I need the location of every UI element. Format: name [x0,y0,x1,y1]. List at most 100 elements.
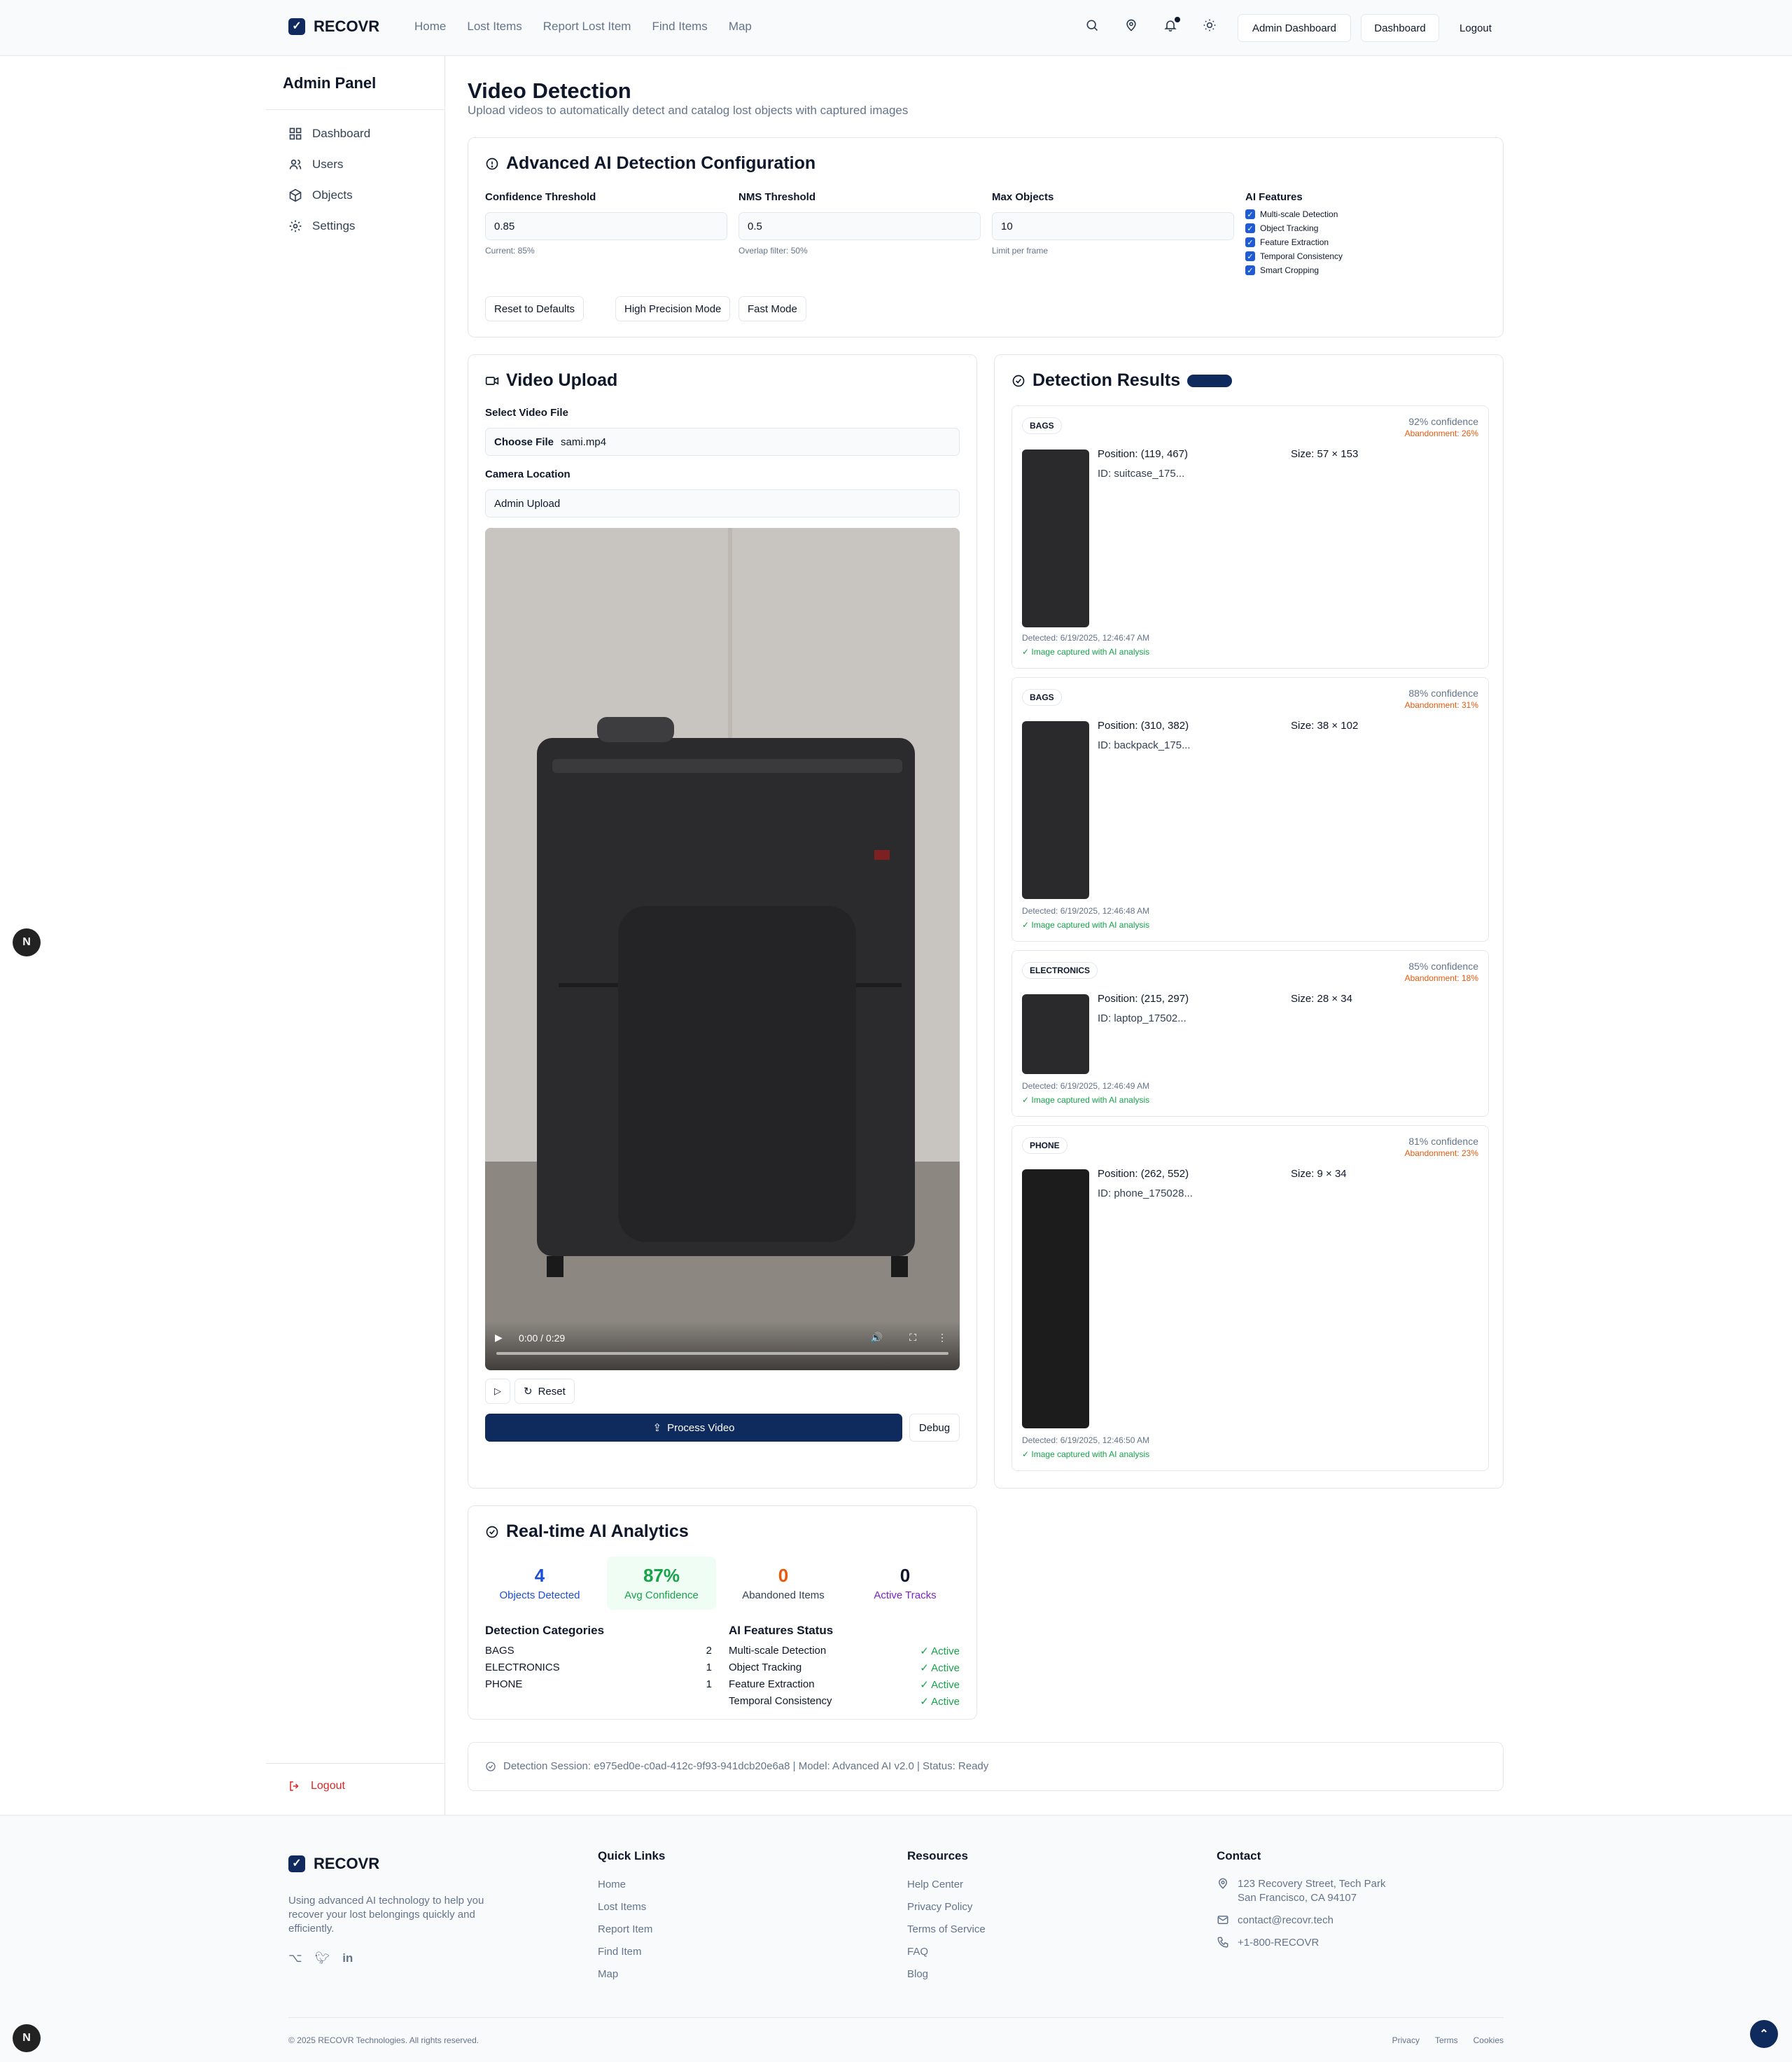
footer-legal-terms[interactable]: Terms [1435,2035,1458,2045]
detection-results-title: Detection Results 4 objects [1011,370,1233,391]
confidence-text: 85% confidence [1408,961,1478,972]
analytics-title: Real-time AI Analytics [485,1521,689,1542]
search-icon[interactable] [1085,18,1100,34]
linkedin-icon[interactable]: in [342,1951,353,1965]
feature-checkbox[interactable]: ✓ Object Tracking [1245,223,1318,233]
analytics-card: Real-time AI Analytics 4 Objects Detected… [468,1505,977,1720]
sidebar-item-users[interactable]: Users [288,158,343,172]
high-precision-button[interactable]: High Precision Mode [615,296,731,321]
abandonment-text: Abandonment: 26% [1404,429,1478,438]
map-pin-icon [1218,1878,1228,1889]
nav-find-items[interactable]: Find Items [652,20,707,34]
box-icon [289,188,302,202]
video-play-icon[interactable]: ▶ [495,1332,503,1344]
video-controls [485,1321,960,1370]
next-dev-badge[interactable]: N [13,2024,41,2052]
results-count-badge: 4 objects [1187,374,1233,387]
video-progress-bar[interactable] [496,1352,948,1355]
bell-icon[interactable] [1163,17,1180,34]
nav-report-lost-item[interactable]: Report Lost Item [543,20,631,34]
chevron-up-icon: ⌃ [1759,2028,1769,2040]
footer-link-map[interactable]: Map [598,1968,618,1980]
nav-lost-items[interactable]: Lost Items [467,20,522,34]
footer-link-terms[interactable]: Terms of Service [907,1923,986,1935]
footer-brand[interactable]: ✓ RECOVR [288,1855,379,1873]
volume-icon[interactable]: 🔊 [871,1332,883,1344]
camera-location-input[interactable]: Admin Upload [485,489,960,517]
resources-title: Resources [907,1849,968,1862]
logout-button[interactable]: Logout [1432,14,1519,42]
nav-home[interactable]: Home [414,20,446,34]
category-count: 1 [706,1678,712,1690]
check-circle-icon [486,1761,496,1771]
feature-name: Feature Extraction [729,1678,815,1690]
detection-item[interactable]: BAGS 88% confidence Abandonment: 31% Pos… [1011,677,1489,942]
nav-map[interactable]: Map [729,20,752,34]
footer-link-privacy-policy[interactable]: Privacy Policy [907,1901,972,1913]
abandonment-text: Abandonment: 23% [1404,1148,1478,1158]
video-player[interactable]: ▶ 0:00 / 0:29 🔊 ⛶ ⋮ [485,528,960,1370]
contact-phone[interactable]: +1-800-RECOVR [1238,1937,1319,1949]
file-name: sami.mp4 [561,436,607,448]
check-circle-icon [486,1526,498,1538]
sidebar-item-objects[interactable]: Objects [288,188,353,202]
detected-time: Detected: 6/19/2025, 12:46:47 AM [1022,633,1150,643]
choose-file-button[interactable]: Choose File [494,436,554,448]
process-video-button[interactable]: ⇪ Process Video [485,1414,902,1442]
detection-item[interactable]: ELECTRONICS 85% confidence Abandonment: … [1011,950,1489,1117]
detection-thumbnail [1022,450,1089,627]
detection-item[interactable]: BAGS 92% confidence Abandonment: 26% Pos… [1011,405,1489,669]
play-button[interactable]: ▷ [485,1379,510,1404]
confidence-text: 81% confidence [1408,1136,1478,1147]
map-pin-icon[interactable] [1124,18,1140,34]
footer-link-help[interactable]: Help Center [907,1879,963,1890]
brand-logo[interactable]: ✓ RECOVR [288,18,379,36]
max-objects-label: Max Objects [992,191,1054,203]
footer-link-home[interactable]: Home [598,1879,626,1890]
check-logo-icon: ✓ [288,1855,305,1872]
github-icon[interactable]: ⌥ [288,1951,302,1965]
footer-link-report-item[interactable]: Report Item [598,1923,652,1935]
more-options-icon[interactable]: ⋮ [937,1332,947,1344]
contact-email[interactable]: contact@recovr.tech [1238,1914,1334,1926]
detection-item[interactable]: PHONE 81% confidence Abandonment: 23% Po… [1011,1125,1489,1471]
dashboard-button[interactable]: Dashboard [1361,14,1439,42]
max-objects-input[interactable]: 10 [992,212,1234,240]
ai-features-label: AI Features [1245,191,1303,203]
feature-checkbox[interactable]: ✓ Temporal Consistency [1245,251,1343,261]
confidence-input[interactable]: 0.85 [485,212,727,240]
id-text: ID: laptop_17502... [1098,1012,1186,1024]
fullscreen-icon[interactable]: ⛶ [909,1332,916,1344]
scroll-to-top-button[interactable]: ⌃ [1750,2020,1778,2048]
footer-link-find-item[interactable]: Find Item [598,1946,642,1958]
confidence-hint: Current: 85% [485,246,535,256]
next-dev-badge[interactable]: N [13,928,41,956]
reset-button[interactable]: ↻ Reset [514,1379,575,1404]
admin-dashboard-button[interactable]: Admin Dashboard [1238,14,1351,42]
feature-checkbox[interactable]: ✓ Feature Extraction [1245,237,1329,247]
sidebar-logout[interactable]: Logout [288,1780,345,1792]
checkbox-checked-icon: ✓ [1245,265,1255,275]
fast-mode-button[interactable]: Fast Mode [738,296,806,321]
feature-checkbox[interactable]: ✓ Smart Cropping [1245,265,1319,275]
position-text: Position: (215, 297) [1098,993,1189,1005]
file-input[interactable]: Choose File sami.mp4 [485,428,960,456]
sidebar-item-dashboard[interactable]: Dashboard [288,127,370,141]
nms-input[interactable]: 0.5 [738,212,981,240]
footer-legal-cookies[interactable]: Cookies [1474,2035,1504,2045]
footer-legal-privacy[interactable]: Privacy [1392,2035,1420,2045]
detected-time: Detected: 6/19/2025, 12:46:48 AM [1022,906,1150,916]
sun-icon[interactable] [1203,18,1218,34]
footer-link-faq[interactable]: FAQ [907,1946,928,1958]
footer-link-lost-items[interactable]: Lost Items [598,1901,646,1913]
category-tag: BAGS [1022,689,1062,706]
reset-defaults-button[interactable]: Reset to Defaults [485,296,584,321]
sidebar-item-settings[interactable]: Settings [288,219,355,233]
twitter-icon[interactable]: 🐦︎ [315,1951,330,1965]
abandonment-text: Abandonment: 18% [1404,973,1478,983]
stat-active-tracks: 0 Active Tracks [874,1565,937,1601]
debug-button[interactable]: Debug [909,1414,960,1442]
feature-checkbox[interactable]: ✓ Multi-scale Detection [1245,209,1338,219]
footer-link-blog[interactable]: Blog [907,1968,928,1980]
play-icon: ▷ [494,1386,501,1396]
